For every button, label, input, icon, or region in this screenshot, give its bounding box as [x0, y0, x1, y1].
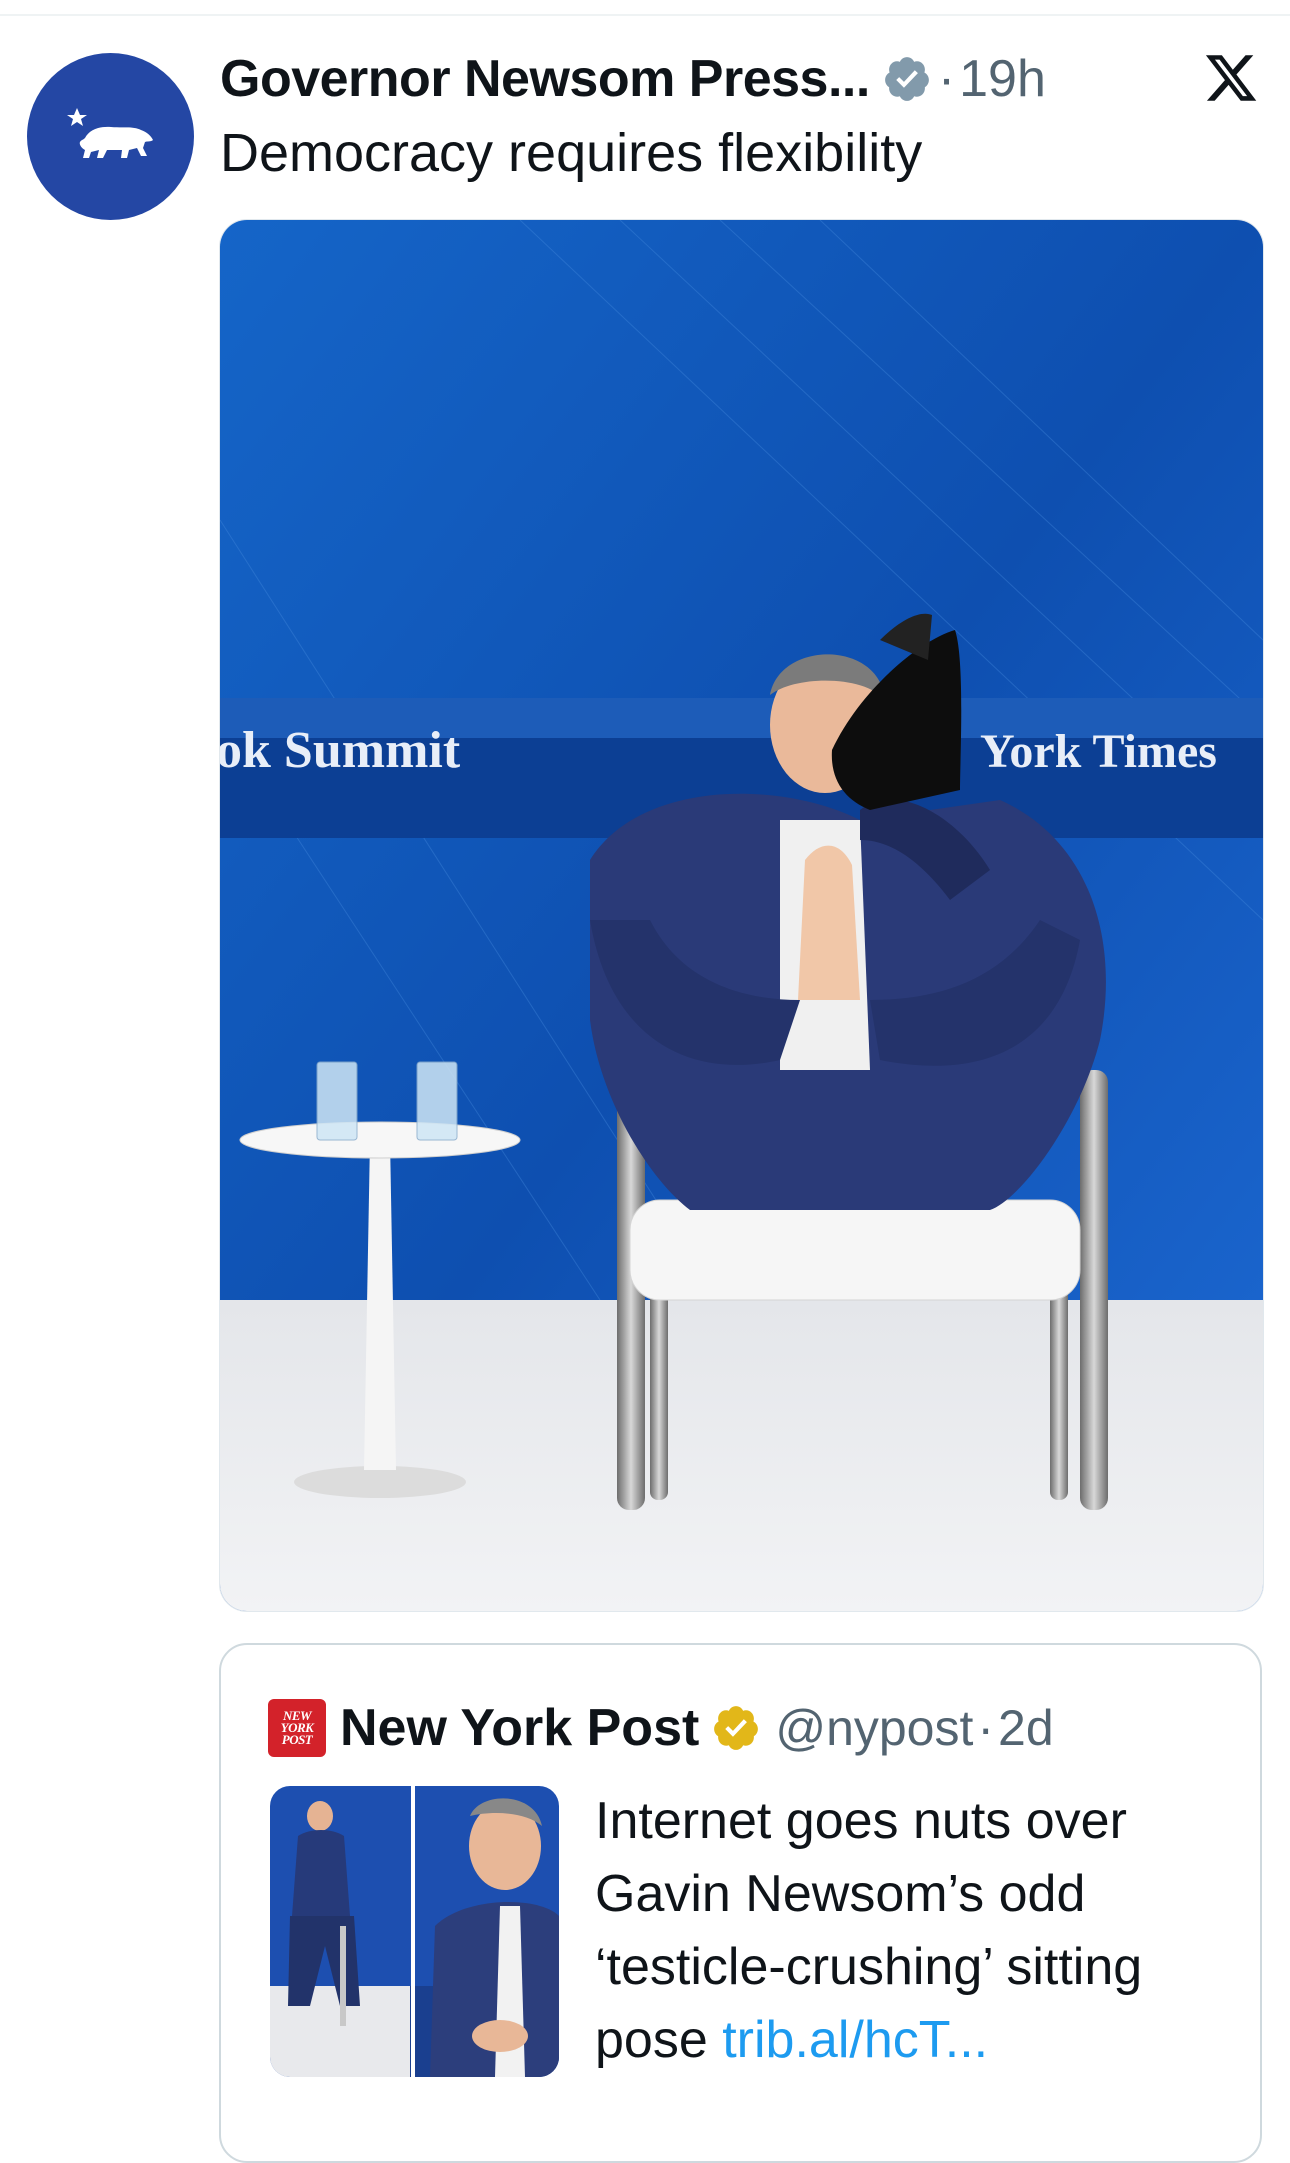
- nypost-logo-line: POST: [281, 1732, 313, 1747]
- tweet-photo[interactable]: ok Summit York Times: [219, 219, 1264, 1612]
- quoted-tweet-header: NEW YORK POST New York Post @nypost · 2d: [268, 1695, 1054, 1761]
- tweet-header: Governor Newsom Press... · 19h: [220, 44, 1046, 114]
- author-avatar[interactable]: [27, 53, 194, 220]
- california-bear-icon: [67, 108, 153, 158]
- backdrop-left-text: ok Summit: [220, 722, 461, 779]
- quoted-timestamp[interactable]: 2d: [998, 1699, 1054, 1757]
- backdrop-right-text: York Times: [980, 725, 1217, 778]
- quoted-thumbnail[interactable]: [270, 1786, 559, 2077]
- top-divider: [0, 14, 1290, 16]
- tweet-text: Democracy requires flexibility: [220, 123, 923, 183]
- timestamp[interactable]: 19h: [959, 49, 1046, 109]
- gold-verified-badge-icon: [714, 1706, 759, 1750]
- quoted-tweet[interactable]: NEW YORK POST New York Post @nypost · 2d: [219, 1643, 1262, 2163]
- author-name[interactable]: Governor Newsom Press...: [220, 49, 870, 109]
- x-logo-icon[interactable]: [1203, 50, 1259, 106]
- quoted-author-name[interactable]: New York Post: [340, 1698, 699, 1758]
- separator-dot: ·: [977, 1700, 995, 1756]
- verified-badge-icon: [884, 57, 929, 101]
- quoted-link[interactable]: trib.al/hcT...: [722, 2011, 988, 2069]
- quoted-handle[interactable]: @nypost: [775, 1699, 973, 1757]
- quoted-tweet-text: Internet goes nuts over Gavin Newsom’s o…: [595, 1785, 1235, 2077]
- nypost-logo[interactable]: NEW YORK POST: [268, 1699, 326, 1757]
- separator-dot: ·: [937, 50, 956, 108]
